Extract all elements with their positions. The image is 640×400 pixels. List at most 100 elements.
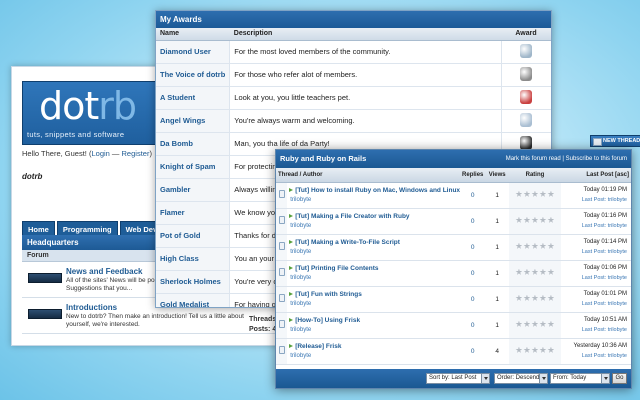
rating-star-icon[interactable] [539,346,547,353]
rating-star-icon[interactable] [523,190,531,197]
subscribe-forum-link[interactable]: Subscribe to this forum [566,156,627,162]
login-link[interactable]: Login [91,149,109,158]
award-name[interactable]: Pot of Gold [156,224,231,248]
sort-by-select[interactable]: Sort by: Last Post [426,373,490,384]
thread-replies[interactable]: 0 [460,286,486,313]
from-select[interactable]: From: Today [550,373,610,384]
col-thread-author[interactable]: Thread / Author [276,168,461,183]
rating-star-icon[interactable] [539,242,547,249]
rating-star-icon[interactable] [515,268,523,275]
mark-forum-read-link[interactable]: Mark this forum read [506,156,561,162]
goto-first-unread-icon[interactable] [289,292,294,297]
thread-title-link[interactable]: [Tut] Printing File Contents [295,265,378,272]
col-views[interactable]: Views [485,168,509,183]
thread-author-link[interactable]: trilobyte [289,249,460,255]
rating-star-icon[interactable] [539,268,547,275]
rating-star-icon[interactable] [531,320,539,327]
award-name[interactable]: Flamer [156,201,231,225]
award-name[interactable]: High Class [156,247,231,271]
new-thread-button[interactable]: NEW THREAD [590,135,640,147]
rating-star-icon[interactable] [547,320,555,327]
thread-replies[interactable]: 0 [460,260,486,287]
thread-rating[interactable] [515,346,555,354]
rating-star-icon[interactable] [515,190,523,197]
rating-star-icon[interactable] [547,268,555,275]
thread-title-link[interactable]: [Tut] Making a Write-To-File Script [295,239,400,246]
thread-rating[interactable] [515,216,555,224]
award-name[interactable]: Diamond User [156,40,231,64]
thread-title-link[interactable]: [How-To] Using Frisk [295,317,360,324]
thread-rating[interactable] [515,268,555,276]
goto-first-unread-icon[interactable] [289,344,294,349]
last-post-author-link[interactable]: Last Post: trilobyte [582,249,627,255]
rating-star-icon[interactable] [523,242,531,249]
rating-star-icon[interactable] [515,242,523,249]
thread-replies[interactable]: 0 [460,338,486,365]
thread-author-link[interactable]: trilobyte [289,301,460,307]
thread-replies[interactable]: 0 [460,182,486,209]
thread-rating[interactable] [515,242,555,250]
rating-star-icon[interactable] [547,216,555,223]
rating-star-icon[interactable] [531,216,539,223]
rating-star-icon[interactable] [515,320,523,327]
rating-star-icon[interactable] [547,294,555,301]
thread-author-link[interactable]: trilobyte [289,327,460,333]
go-button[interactable]: Go [612,373,627,384]
forum-title-link[interactable]: News and Feedback [66,267,142,276]
last-post-author-link[interactable]: Last Post: trilobyte [582,327,627,333]
col-rating[interactable]: Rating [508,168,561,183]
rating-star-icon[interactable] [531,190,539,197]
rating-star-icon[interactable] [547,346,555,353]
goto-first-unread-icon[interactable] [289,240,294,245]
rating-star-icon[interactable] [523,294,531,301]
rating-star-icon[interactable] [539,294,547,301]
rating-star-icon[interactable] [531,242,539,249]
order-select[interactable]: Order: Descending [494,373,548,384]
rating-star-icon[interactable] [531,268,539,275]
award-name[interactable]: Da Bomb [156,132,231,156]
rating-star-icon[interactable] [523,268,531,275]
award-name[interactable]: A Student [156,86,231,110]
last-post-author-link[interactable]: Last Post: trilobyte [582,301,627,307]
last-post-author-link[interactable]: Last Post: trilobyte [582,275,627,281]
site-logo[interactable]: dotrb tuts, snippets and software [22,81,165,145]
goto-first-unread-icon[interactable] [289,318,294,323]
col-last-post[interactable]: Last Post [asc] [560,168,631,183]
award-name[interactable]: Angel Wings [156,109,231,133]
thread-rating[interactable] [515,294,555,302]
rating-star-icon[interactable] [531,294,539,301]
last-post-author-link[interactable]: Last Post: trilobyte [582,197,627,203]
rating-star-icon[interactable] [523,320,531,327]
goto-first-unread-icon[interactable] [289,214,294,219]
forum-title-link[interactable]: Introductions [66,303,117,312]
thread-replies[interactable]: 0 [460,312,486,339]
rating-star-icon[interactable] [539,190,547,197]
rating-star-icon[interactable] [531,346,539,353]
register-link[interactable]: Register [122,149,150,158]
rating-star-icon[interactable] [539,320,547,327]
last-post-author-link[interactable]: Last Post: trilobyte [582,223,627,229]
goto-first-unread-icon[interactable] [289,188,294,193]
award-name[interactable]: Sherlock Holmes [156,270,231,294]
thread-replies[interactable]: 0 [460,234,486,261]
award-name[interactable]: Gold Medalist [156,293,231,307]
rating-star-icon[interactable] [523,216,531,223]
thread-rating[interactable] [515,190,555,198]
award-name[interactable]: Knight of Spam [156,155,231,179]
thread-author-link[interactable]: trilobyte [289,275,460,281]
goto-first-unread-icon[interactable] [289,266,294,271]
last-post-author-link[interactable]: Last Post: trilobyte [582,353,627,359]
award-name[interactable]: The Voice of dotrb [156,63,231,87]
thread-author-link[interactable]: trilobyte [289,353,460,359]
rating-star-icon[interactable] [539,216,547,223]
award-name[interactable]: Gambler [156,178,231,202]
thread-replies[interactable]: 0 [460,208,486,235]
rating-star-icon[interactable] [515,346,523,353]
rating-star-icon[interactable] [515,294,523,301]
col-replies[interactable]: Replies [460,168,486,183]
rating-star-icon[interactable] [523,346,531,353]
thread-author-link[interactable]: trilobyte [289,223,460,229]
rating-star-icon[interactable] [515,216,523,223]
thread-title-link[interactable]: [Tut] How to install Ruby on Mac, Window… [295,187,460,194]
rating-star-icon[interactable] [547,190,555,197]
